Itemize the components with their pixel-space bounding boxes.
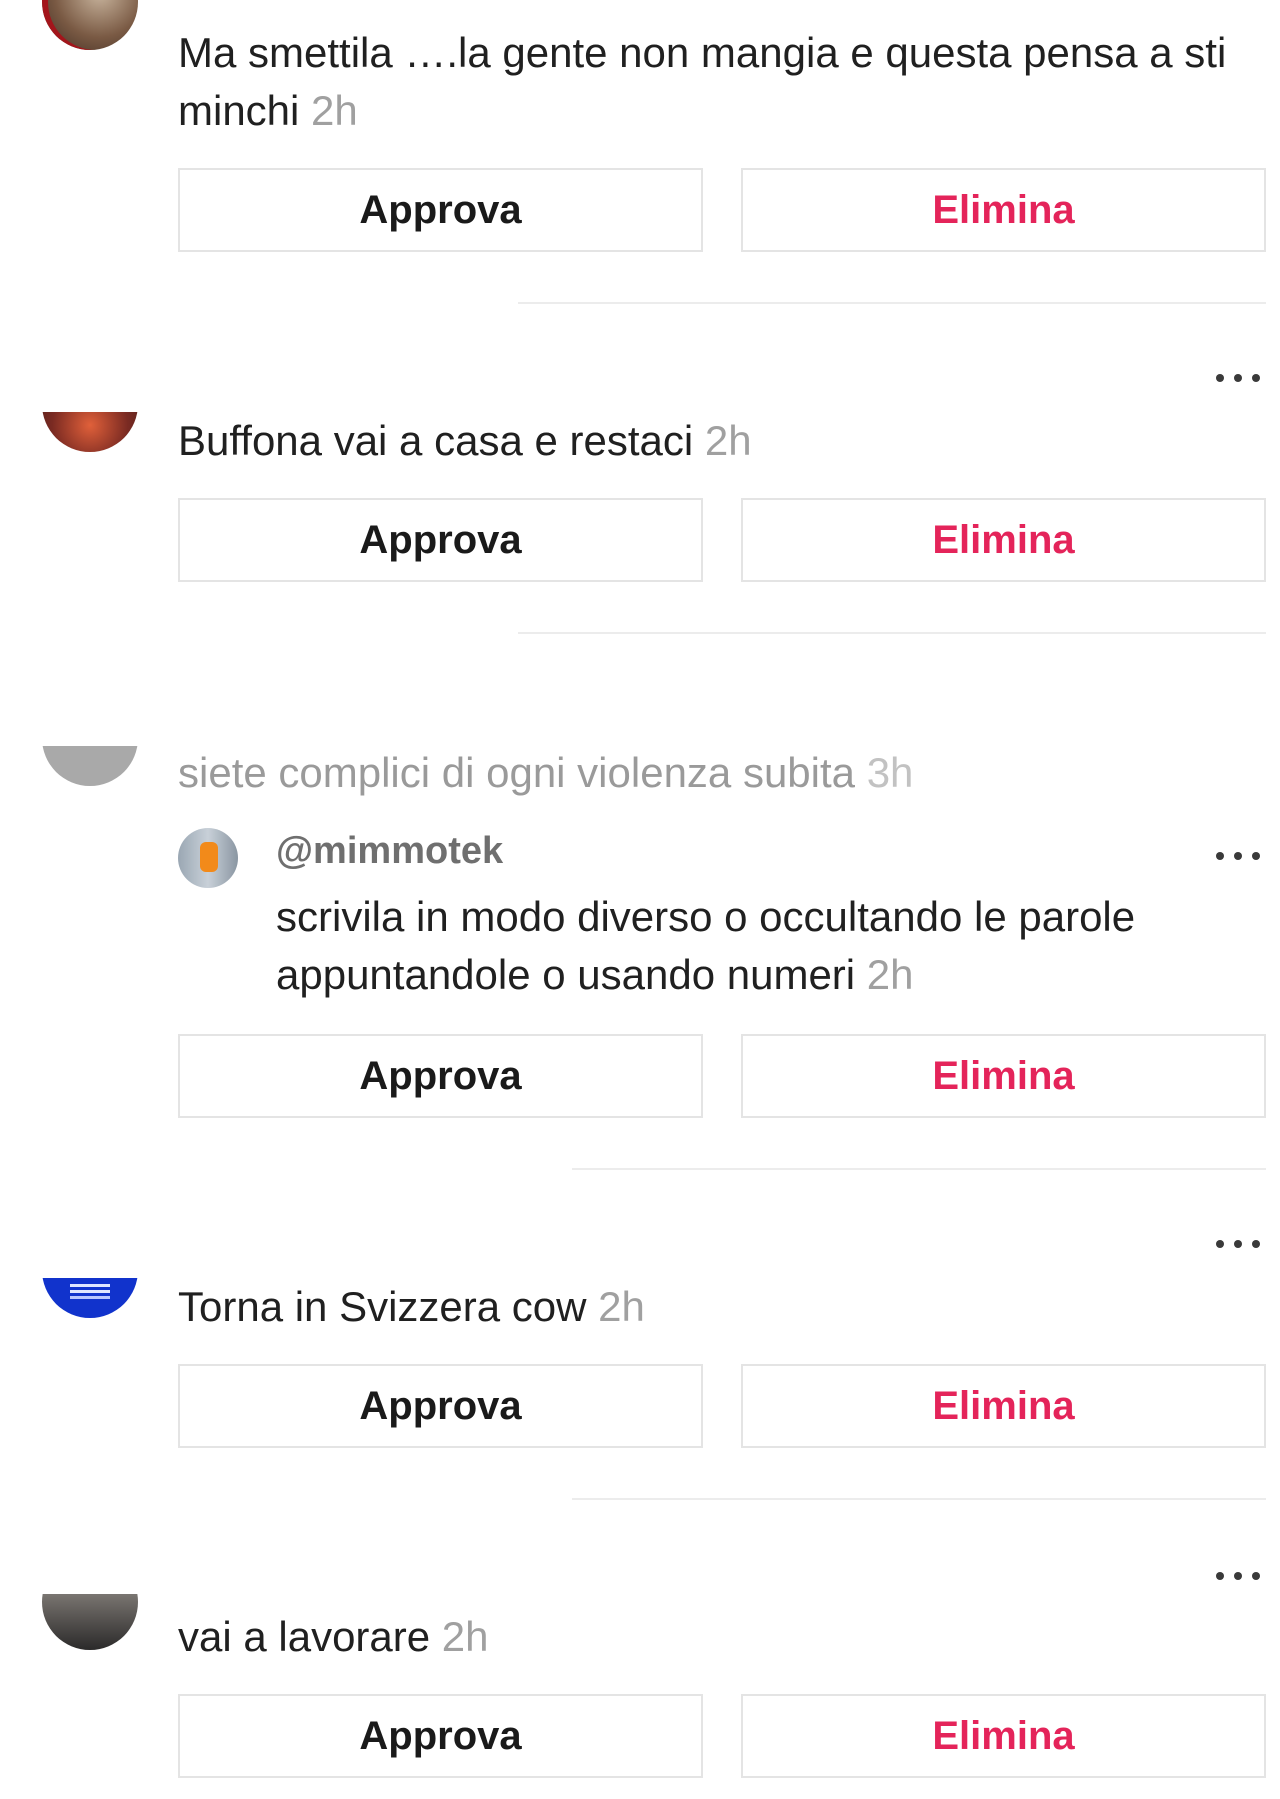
approve-label: Approva <box>359 1383 522 1428</box>
approve-button[interactable]: Approva <box>178 498 703 582</box>
comment-text: Ma smettila ….la gente non mangia e ques… <box>178 24 1268 140</box>
avatar[interactable] <box>42 1278 138 1318</box>
reply-avatar-figure <box>200 842 218 872</box>
reply-body: scrivila in modo diverso o occultando le… <box>276 893 1136 998</box>
delete-label: Elimina <box>932 1713 1075 1758</box>
more-options-icon[interactable] <box>1216 846 1260 866</box>
comment-time: 2h <box>441 1613 489 1660</box>
delete-button[interactable]: Elimina <box>741 1694 1266 1778</box>
divider <box>572 1498 1266 1500</box>
reply-text: scrivila in modo diverso o occultando le… <box>276 888 1266 1004</box>
divider <box>518 632 1266 634</box>
comment-body: siete complici di ogni violenza subita <box>178 749 856 796</box>
delete-label: Elimina <box>932 187 1075 232</box>
comment-body: Torna in Svizzera cow <box>178 1283 587 1330</box>
reply-handle[interactable]: @mimmotek <box>276 830 503 873</box>
divider <box>518 302 1266 304</box>
delete-button[interactable]: Elimina <box>741 498 1266 582</box>
comment-time: 2h <box>704 417 752 464</box>
more-options-icon[interactable] <box>1216 1234 1260 1254</box>
comment-text: siete complici di ogni violenza subita 3… <box>178 744 913 802</box>
delete-button[interactable]: Elimina <box>741 1364 1266 1448</box>
avatar[interactable] <box>42 1594 138 1650</box>
delete-button[interactable]: Elimina <box>741 168 1266 252</box>
avatar-ring <box>42 0 138 50</box>
comment-text: Torna in Svizzera cow 2h <box>178 1278 645 1336</box>
approve-label: Approva <box>359 1713 522 1758</box>
comment-body: vai a lavorare <box>178 1613 431 1660</box>
avatar-text-lines <box>70 1284 110 1287</box>
avatar[interactable] <box>42 412 138 452</box>
approve-label: Approva <box>359 1053 522 1098</box>
approve-label: Approva <box>359 517 522 562</box>
more-options-icon[interactable] <box>1216 1566 1260 1586</box>
delete-label: Elimina <box>932 517 1075 562</box>
delete-label: Elimina <box>932 1383 1075 1428</box>
reply-time: 2h <box>866 951 914 998</box>
approve-button[interactable]: Approva <box>178 1034 703 1118</box>
avatar[interactable] <box>42 0 138 50</box>
delete-label: Elimina <box>932 1053 1075 1098</box>
comment-text: vai a lavorare 2h <box>178 1608 489 1666</box>
approve-button[interactable]: Approva <box>178 1694 703 1778</box>
comment-time: 2h <box>311 87 358 134</box>
comment-body: Buffona vai a casa e restaci <box>178 417 694 464</box>
comment-time: 3h <box>866 749 914 796</box>
more-options-icon[interactable] <box>1216 368 1260 388</box>
avatar[interactable] <box>42 746 138 786</box>
comment-text: Buffona vai a casa e restaci 2h <box>178 412 752 470</box>
approve-button[interactable]: Approva <box>178 1364 703 1448</box>
divider <box>572 1168 1266 1170</box>
reply-avatar[interactable] <box>178 828 238 888</box>
approve-button[interactable]: Approva <box>178 168 703 252</box>
approve-label: Approva <box>359 187 522 232</box>
delete-button[interactable]: Elimina <box>741 1034 1266 1118</box>
comment-time: 2h <box>598 1283 645 1330</box>
